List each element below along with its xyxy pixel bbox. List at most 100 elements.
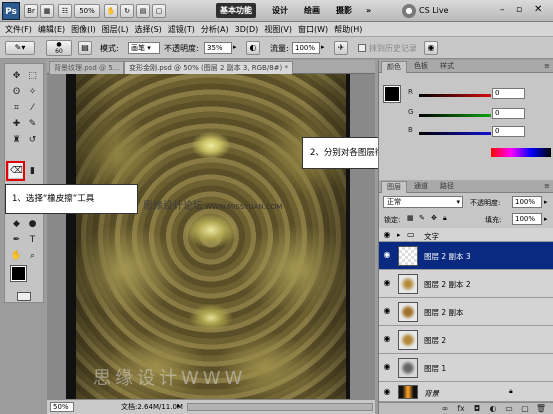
mini-bridge-button[interactable]: ▦ [40, 4, 54, 18]
green-channel-slider[interactable] [419, 114, 491, 117]
adjustment-layer-icon[interactable]: ◐ [487, 403, 499, 414]
green-channel-input[interactable]: 0 [492, 108, 525, 119]
tab-styles[interactable]: 样式 [435, 61, 459, 73]
eyedropper-tool-icon[interactable]: ⁄ [25, 100, 40, 115]
menu-view[interactable]: 视图(V) [261, 24, 295, 35]
tablet-pressure-size-icon[interactable]: ◉ [424, 41, 438, 55]
workspace-photography[interactable]: 摄影 [332, 3, 356, 18]
menu-image[interactable]: 图像(I) [68, 24, 99, 35]
zoom-level-combo[interactable]: 50% [74, 4, 100, 18]
new-group-icon[interactable]: ▭ [503, 403, 515, 414]
group-expand-arrow-icon[interactable]: ▸ [397, 231, 401, 239]
hand-tool-icon[interactable]: ✋ [9, 248, 24, 263]
fill-input[interactable]: 100% [512, 213, 542, 225]
zoom-tool-icon[interactable]: ⌕ [25, 248, 40, 263]
menu-file[interactable]: 文件(F) [2, 24, 35, 35]
color-panel-foreground-swatch[interactable] [383, 85, 401, 103]
visibility-eye-icon[interactable]: ◉ [382, 387, 392, 397]
clone-stamp-tool-icon[interactable]: ♜ [9, 132, 24, 147]
arrange-documents-icon[interactable]: ▤ [136, 4, 150, 18]
menu-layer[interactable]: 图层(L) [99, 24, 132, 35]
visibility-eye-icon[interactable]: ◉ [382, 230, 392, 240]
visibility-eye-icon[interactable]: ◉ [382, 334, 392, 344]
horizontal-scrollbar[interactable] [187, 403, 373, 411]
gradient-tool-icon[interactable]: ▮ [25, 163, 40, 178]
lock-all-icon[interactable]: 🔒︎ [443, 214, 447, 223]
brush-panel-toggle-icon[interactable]: ▤ [78, 41, 92, 55]
menu-edit[interactable]: 编辑(E) [35, 24, 68, 35]
visibility-eye-icon[interactable]: ◉ [382, 250, 392, 260]
cs-live-icon[interactable]: ● [402, 4, 416, 18]
tab-color[interactable]: 颜色 [381, 61, 407, 73]
tab-paths[interactable]: 路径 [435, 181, 459, 193]
tablet-opacity-pressure-icon[interactable]: ◐ [246, 41, 260, 55]
visibility-eye-icon[interactable]: ◉ [382, 362, 392, 372]
document-canvas[interactable] [66, 74, 350, 399]
status-menu-arrow-icon[interactable]: ▸ [177, 402, 181, 410]
menu-3d[interactable]: 3D(D) [232, 25, 262, 34]
rotate-view-icon[interactable]: ↻ [120, 4, 134, 18]
close-icon[interactable]: ✕ [534, 4, 542, 15]
red-channel-input[interactable]: 0 [492, 88, 525, 99]
delete-layer-icon[interactable]: 🗑︎ [535, 403, 547, 414]
tab-layers[interactable]: 图层 [381, 181, 407, 193]
panel-menu-icon[interactable]: ≡ [539, 61, 553, 73]
layer-row-background[interactable]: ◉ 背景 🔒︎ [379, 382, 553, 402]
erase-to-history-checkbox[interactable] [358, 44, 366, 52]
airbrush-icon[interactable]: ✈ [334, 41, 348, 55]
healing-brush-tool-icon[interactable]: ✚ [9, 116, 24, 131]
layer-row-selected[interactable]: ◉ 图层 2 副本 3 [379, 242, 553, 270]
new-layer-icon[interactable]: ▢ [519, 403, 531, 414]
menu-help[interactable]: 帮助(H) [331, 24, 365, 35]
screen-mode-icon[interactable]: ▢ [152, 4, 166, 18]
blue-channel-input[interactable]: 0 [492, 126, 525, 137]
opacity-slider-arrow-icon[interactable]: ▸ [233, 43, 237, 51]
layers-panel-menu-icon[interactable]: ≡ [539, 181, 553, 193]
layer-row[interactable]: ◉ 图层 1 [379, 354, 553, 382]
brush-preset-picker[interactable]: ● 60 [46, 40, 72, 56]
tab-channels[interactable]: 通道 [409, 181, 433, 193]
layer-mask-icon[interactable]: ◘ [471, 403, 483, 414]
lock-transparency-icon[interactable]: ▦ [407, 214, 414, 222]
layer-opacity-input[interactable]: 100% [512, 196, 542, 208]
type-tool-icon[interactable]: T [25, 232, 40, 247]
workspace-essentials[interactable]: 基本功能 [216, 3, 256, 18]
status-zoom-field[interactable]: 50% [50, 402, 74, 412]
layer-opacity-arrow-icon[interactable]: ▸ [544, 198, 548, 206]
dodge-tool-icon[interactable]: ● [25, 216, 40, 231]
quick-select-tool-icon[interactable]: ✧ [25, 84, 40, 99]
foreground-color-swatch[interactable] [10, 265, 27, 282]
view-extras-icon[interactable]: ☷ [58, 4, 72, 18]
layer-row[interactable]: ◉ 图层 2 副本 2 [379, 270, 553, 298]
bridge-button[interactable]: Br [24, 4, 38, 18]
opacity-input[interactable]: 35% [204, 42, 232, 54]
visibility-eye-icon[interactable]: ◉ [382, 306, 392, 316]
hand-tool-icon[interactable]: ✋ [104, 4, 118, 18]
workspace-painting[interactable]: 绘画 [300, 3, 324, 18]
layer-row[interactable]: ◉ 图层 2 [379, 326, 553, 354]
maximize-icon[interactable]: ▫ [516, 5, 522, 15]
layer-style-icon[interactable]: fx [455, 403, 467, 414]
blur-tool-icon[interactable]: ◆ [9, 216, 24, 231]
tab-background-texture[interactable]: 背景纹理.psd @ 5... [49, 61, 125, 74]
blend-mode-select[interactable]: 正常 ▾ [383, 196, 463, 208]
flow-slider-arrow-icon[interactable]: ▸ [321, 43, 325, 51]
blue-channel-slider[interactable] [419, 132, 491, 135]
tab-transformers[interactable]: 变形金刚.psd @ 50% (图层 2 副本 3, RGB/8#) * [124, 61, 293, 74]
menu-window[interactable]: 窗口(W) [295, 24, 331, 35]
lock-pixels-icon[interactable]: ✎ [419, 214, 425, 222]
move-tool-icon[interactable]: ✥ [9, 68, 24, 83]
history-brush-tool-icon[interactable]: ↺ [25, 132, 40, 147]
lock-position-icon[interactable]: ✥ [431, 214, 437, 222]
visibility-eye-icon[interactable]: ◉ [382, 278, 392, 288]
minimize-icon[interactable]: – [500, 5, 505, 15]
layer-group-row[interactable]: ◉ ▸ ▭ 文字 [379, 228, 553, 242]
pen-tool-icon[interactable]: ✒ [9, 232, 24, 247]
fill-arrow-icon[interactable]: ▸ [544, 215, 548, 223]
red-channel-slider[interactable] [419, 94, 491, 97]
menu-select[interactable]: 选择(S) [131, 24, 164, 35]
link-layers-icon[interactable]: ∞ [439, 403, 451, 414]
workspace-more-chevron-icon[interactable]: » [366, 6, 371, 15]
cs-live-label[interactable]: CS Live [419, 6, 449, 15]
workspace-design[interactable]: 设计 [268, 3, 292, 18]
